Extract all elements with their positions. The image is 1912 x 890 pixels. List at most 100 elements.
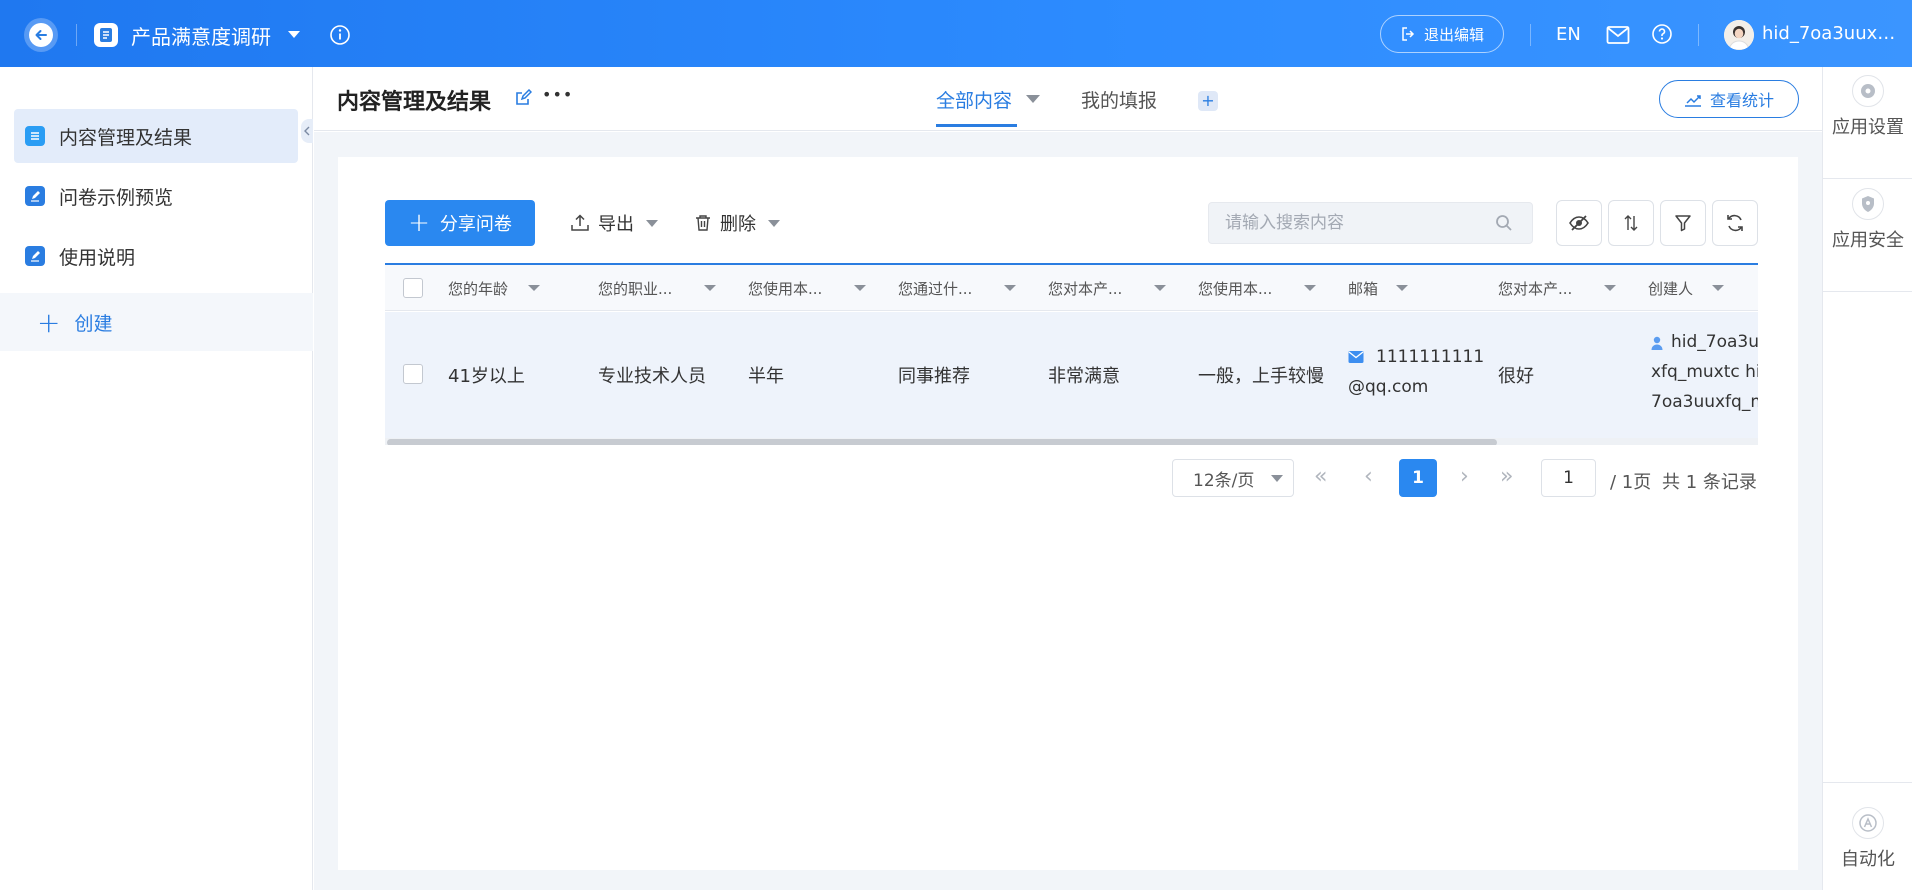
more-icon[interactable]: ••• bbox=[542, 85, 573, 104]
app-settings-label: 应用设置 bbox=[1832, 117, 1904, 138]
sidebar: 内容管理及结果 问卷示例预览 使用说明 + 创建 bbox=[0, 67, 313, 890]
content-header: 内容管理及结果 ••• 全部内容 我的填报 + 查看统计 bbox=[314, 67, 1822, 131]
share-survey-button[interactable]: + 分享问卷 bbox=[385, 200, 535, 246]
view-statistics-button[interactable]: 查看统计 bbox=[1659, 80, 1799, 118]
chevron-down-icon[interactable] bbox=[1026, 95, 1040, 103]
column-header-label: 您对本产... bbox=[1048, 279, 1123, 298]
sidebar-item-label: 问卷示例预览 bbox=[59, 186, 174, 209]
export-button[interactable]: 导出 bbox=[570, 210, 658, 236]
exit-icon bbox=[1402, 27, 1415, 41]
add-tab-icon[interactable]: + bbox=[1198, 91, 1218, 111]
sidebar-item-content-management[interactable]: 内容管理及结果 bbox=[14, 109, 298, 163]
column-header[interactable]: 您的职业... bbox=[598, 265, 738, 311]
sidebar-item-survey-preview[interactable]: 问卷示例预览 bbox=[14, 169, 298, 223]
trash-icon bbox=[696, 215, 710, 231]
scrollbar-thumb[interactable] bbox=[387, 439, 1497, 445]
chevron-down-icon bbox=[1396, 285, 1408, 291]
column-header[interactable]: 您使用本... bbox=[748, 265, 888, 311]
cell-creator-line1: hid_7oa3u bbox=[1671, 332, 1758, 352]
automation-button[interactable]: 自动化 bbox=[1823, 807, 1912, 871]
back-button[interactable] bbox=[24, 18, 58, 52]
divider bbox=[1530, 24, 1531, 46]
cell-email-line1: 1111111111 bbox=[1376, 347, 1485, 367]
app-switch-chevron-icon[interactable] bbox=[288, 31, 300, 38]
column-header[interactable]: 您通过什... bbox=[898, 265, 1038, 311]
app-settings-button[interactable]: 应用设置 bbox=[1823, 75, 1912, 139]
row-checkbox[interactable] bbox=[403, 364, 423, 384]
plus-icon: + bbox=[37, 305, 61, 339]
divider bbox=[1823, 782, 1912, 783]
page-size-select[interactable]: 12条/页 bbox=[1172, 459, 1294, 497]
exit-edit-label: 退出编辑 bbox=[1423, 25, 1484, 44]
page-size-value: 12条/页 bbox=[1193, 470, 1255, 491]
search-input[interactable] bbox=[1209, 213, 1489, 233]
back-arrow-icon bbox=[29, 23, 53, 47]
cell-email-line2: @qq.com bbox=[1348, 377, 1429, 397]
app-title[interactable]: 产品满意度调研 bbox=[131, 21, 271, 50]
current-page-button[interactable]: 1 bbox=[1399, 459, 1437, 497]
edit-title-icon[interactable] bbox=[514, 88, 533, 107]
column-header-label: 您通过什... bbox=[898, 279, 973, 298]
cell-channel: 同事推荐 bbox=[898, 366, 970, 387]
exit-edit-button[interactable]: 退出编辑 bbox=[1380, 15, 1504, 53]
hide-columns-button[interactable] bbox=[1556, 200, 1602, 246]
shield-icon bbox=[1852, 188, 1884, 220]
export-icon bbox=[571, 214, 589, 231]
plus-icon: + bbox=[408, 208, 430, 238]
filter-icon bbox=[1675, 215, 1691, 232]
sidebar-item-label: 内容管理及结果 bbox=[59, 126, 193, 149]
column-header-label: 邮箱 bbox=[1348, 279, 1379, 298]
filter-button[interactable] bbox=[1660, 200, 1706, 246]
mail-icon[interactable] bbox=[1606, 25, 1630, 45]
page-title: 内容管理及结果 bbox=[337, 90, 492, 115]
sidebar-collapse-button[interactable] bbox=[301, 119, 313, 143]
content-list-icon bbox=[25, 126, 45, 146]
next-page-icon[interactable]: › bbox=[1460, 466, 1469, 488]
column-header[interactable]: 您对本产... bbox=[1498, 265, 1638, 311]
app-security-label: 应用安全 bbox=[1832, 230, 1904, 251]
avatar[interactable] bbox=[1724, 20, 1754, 50]
chevron-down-icon bbox=[646, 219, 658, 227]
tab-my-submissions[interactable]: 我的填报 bbox=[1081, 86, 1157, 113]
first-page-icon[interactable]: « bbox=[1314, 466, 1327, 488]
table-header: 您的年龄 您的职业... 您使用本... 您通过什... 您对本产... 您使用… bbox=[385, 265, 1758, 311]
cell-ease: 一般，上手较慢 bbox=[1198, 366, 1324, 387]
app-security-button[interactable]: 应用安全 bbox=[1823, 188, 1912, 252]
chevron-down-icon bbox=[1004, 285, 1016, 291]
column-header[interactable]: 邮箱 bbox=[1348, 265, 1488, 311]
delete-label: 删除 bbox=[720, 214, 756, 235]
tab-all-content[interactable]: 全部内容 bbox=[936, 86, 1012, 113]
column-header[interactable]: 您对本产... bbox=[1048, 265, 1188, 311]
chevron-left-icon bbox=[304, 126, 310, 136]
top-bar: 产品满意度调研 退出编辑 EN hid_7oa3uuxf... bbox=[0, 0, 1912, 67]
table-row[interactable]: 41岁以上 专业技术人员 半年 同事推荐 非常满意 一般，上手较慢 111111… bbox=[385, 312, 1758, 438]
mail-icon bbox=[1348, 348, 1364, 369]
sort-button[interactable] bbox=[1608, 200, 1654, 246]
info-icon[interactable] bbox=[329, 24, 351, 46]
delete-button[interactable]: 删除 bbox=[694, 210, 780, 236]
column-header-label: 创建人 bbox=[1648, 279, 1694, 298]
create-label: 创建 bbox=[74, 312, 113, 335]
language-switch[interactable]: EN bbox=[1556, 24, 1581, 45]
prev-page-icon[interactable]: ‹ bbox=[1364, 466, 1373, 488]
page-jump-input[interactable] bbox=[1541, 459, 1596, 497]
refresh-button[interactable] bbox=[1712, 200, 1758, 246]
search-icon[interactable] bbox=[1495, 214, 1513, 232]
last-page-icon[interactable]: » bbox=[1500, 466, 1513, 488]
help-icon[interactable] bbox=[1651, 23, 1673, 45]
column-header-label: 您对本产... bbox=[1498, 279, 1573, 298]
column-header-label: 您的职业... bbox=[598, 279, 673, 298]
column-header[interactable]: 创建人 bbox=[1648, 265, 1758, 311]
horizontal-scrollbar[interactable] bbox=[385, 438, 1758, 445]
chevron-down-icon bbox=[704, 285, 716, 291]
user-name[interactable]: hid_7oa3uuxf... bbox=[1762, 23, 1897, 44]
gear-icon bbox=[1852, 75, 1884, 107]
cell-age: 41岁以上 bbox=[448, 366, 525, 387]
eye-off-icon bbox=[1569, 215, 1589, 231]
create-button[interactable]: + 创建 bbox=[0, 293, 313, 351]
column-header[interactable]: 您的年龄 bbox=[448, 265, 588, 311]
sidebar-item-instructions[interactable]: 使用说明 bbox=[14, 229, 298, 283]
select-all-checkbox[interactable] bbox=[403, 278, 423, 298]
column-header[interactable]: 您使用本... bbox=[1198, 265, 1338, 311]
edit-form-icon bbox=[25, 246, 45, 266]
